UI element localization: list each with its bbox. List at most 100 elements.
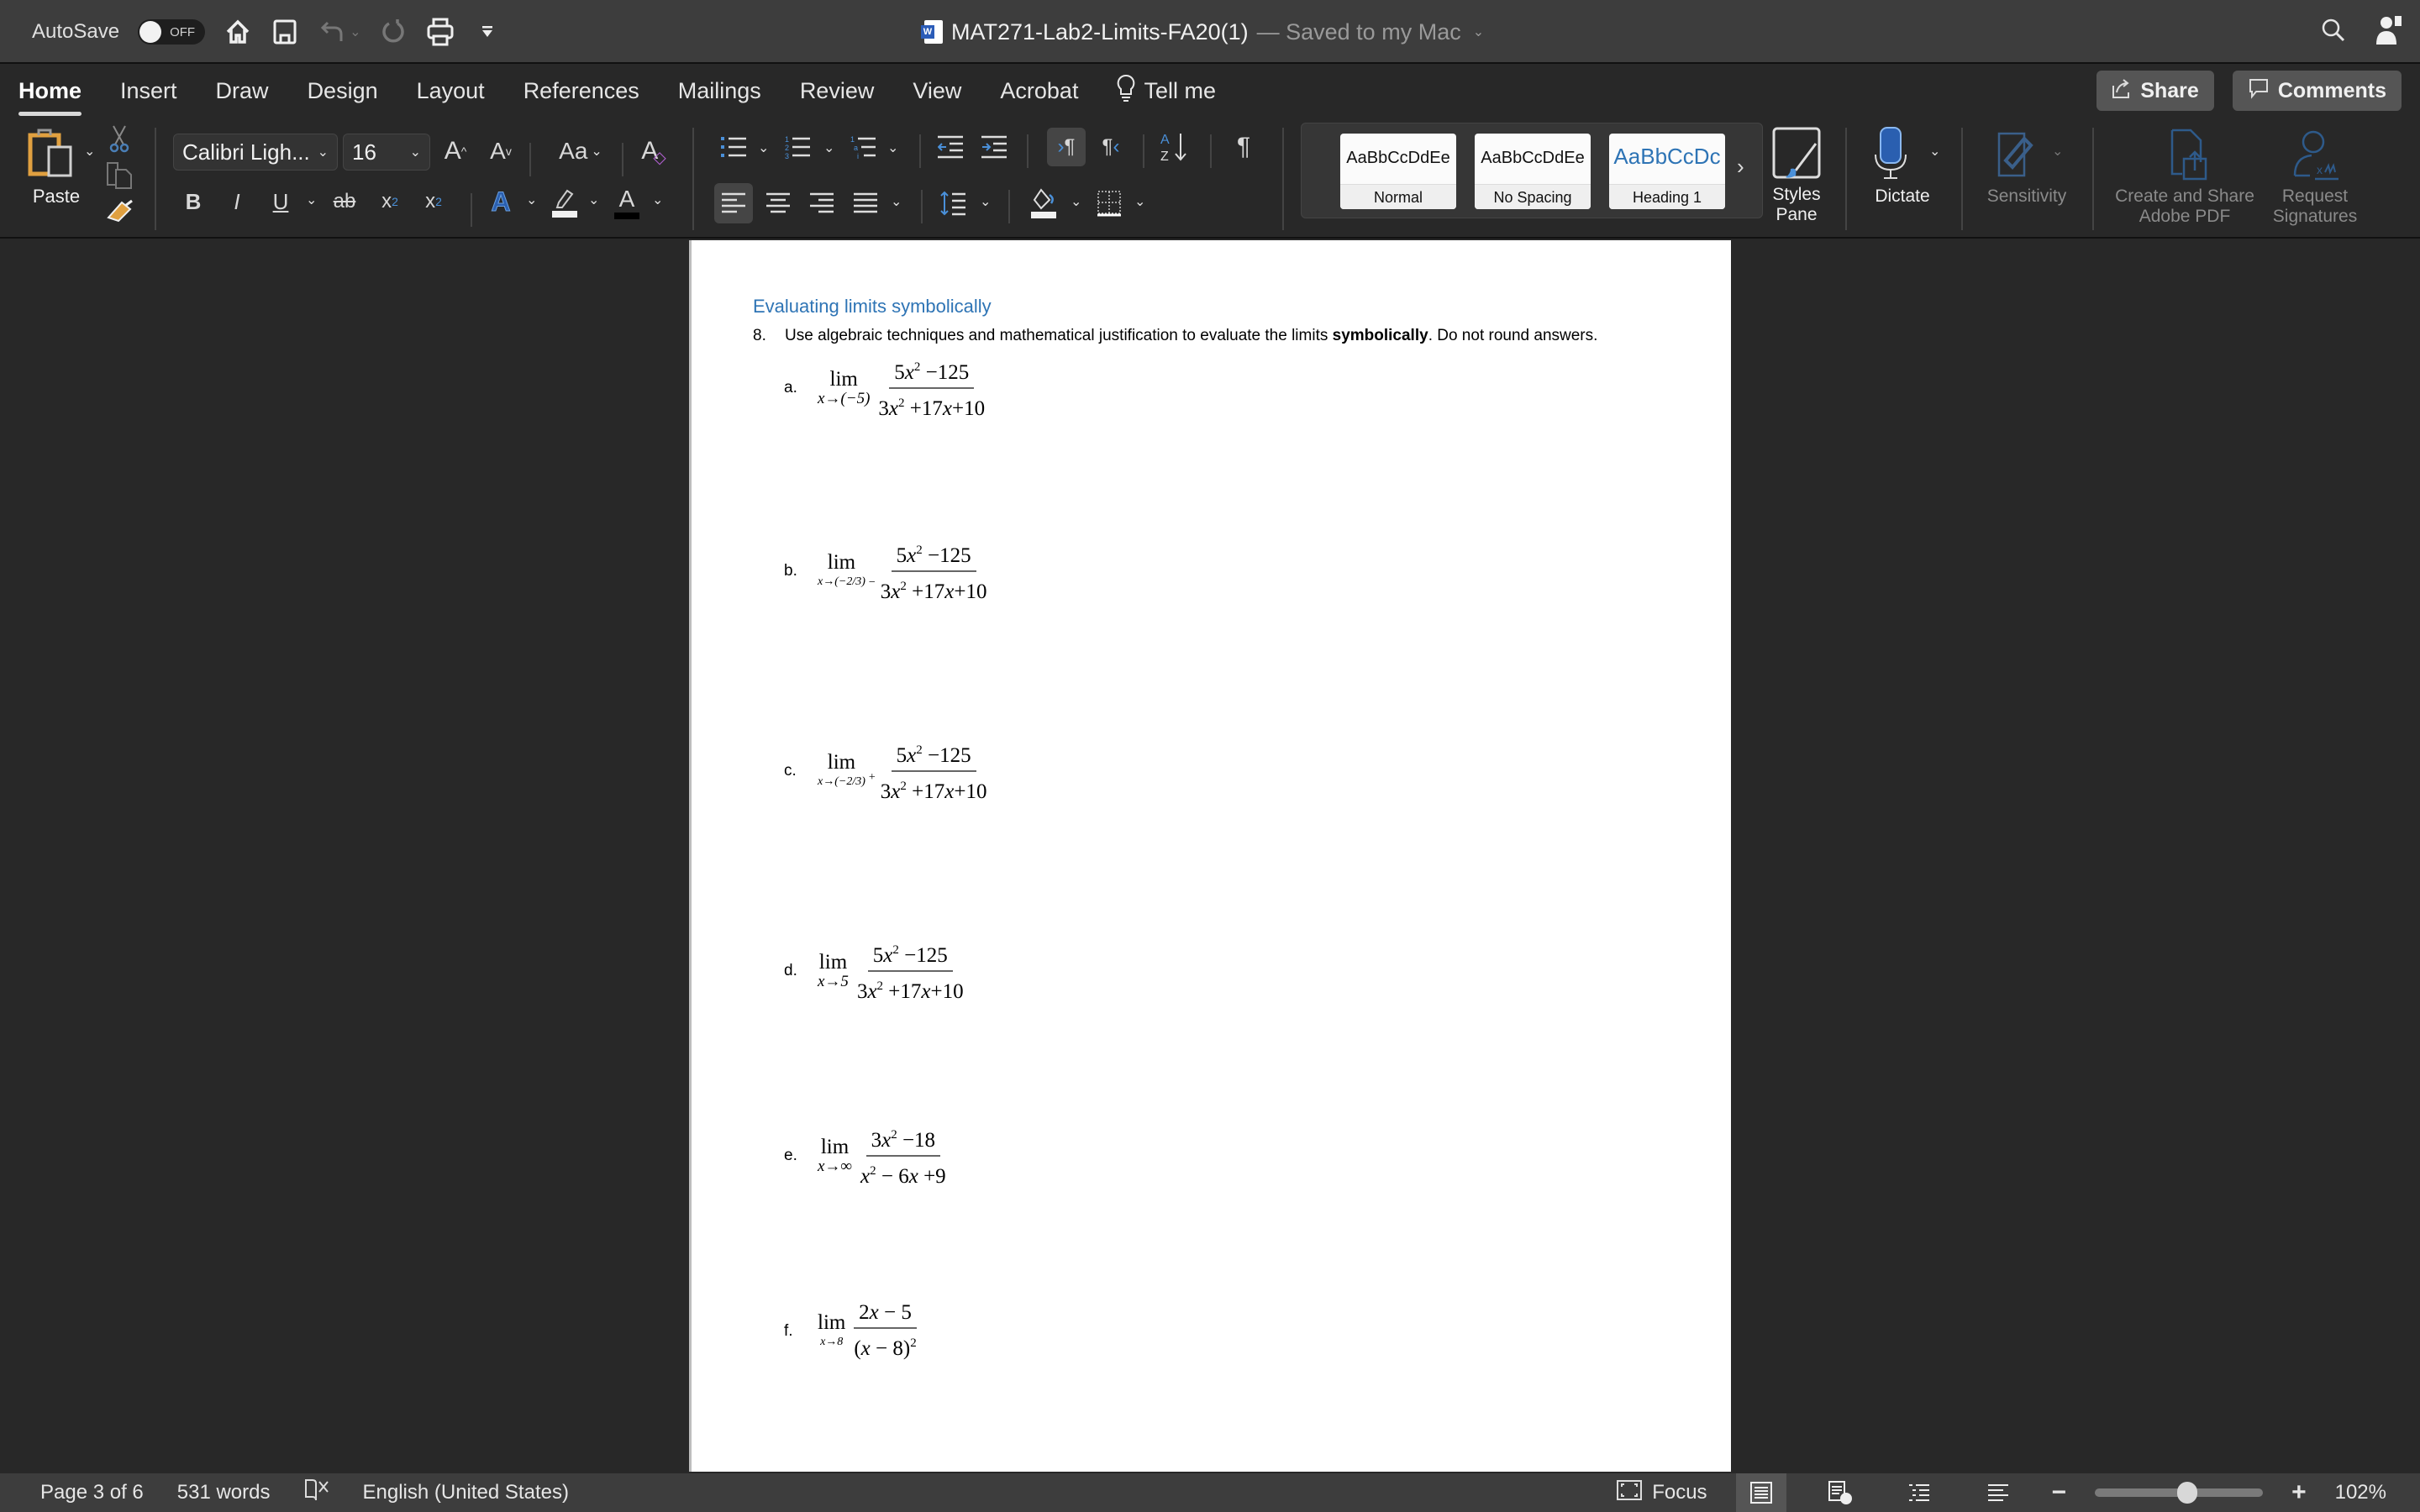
underline-button[interactable]: U	[267, 185, 294, 218]
web-layout-view-button[interactable]	[1815, 1473, 1865, 1512]
save-icon[interactable]	[271, 18, 299, 46]
print-icon[interactable]	[426, 18, 455, 46]
tab-draw[interactable]: Draw	[216, 78, 269, 104]
zoom-level[interactable]: 102%	[2335, 1481, 2386, 1504]
undo-icon[interactable]	[318, 18, 346, 46]
multilevel-dropdown-icon[interactable]: ⌄	[887, 139, 898, 156]
zoom-in-button[interactable]: +	[2291, 1478, 2307, 1507]
text-effects-dropdown-icon[interactable]: ⌄	[526, 192, 537, 208]
tab-mailings[interactable]: Mailings	[678, 78, 761, 104]
text-effects-icon[interactable]: A	[486, 185, 516, 218]
sensitivity-icon[interactable]	[1995, 126, 2037, 178]
strikethrough-button[interactable]: ab	[328, 185, 361, 218]
grow-font-icon[interactable]: A ^	[440, 133, 471, 170]
request-signatures-icon[interactable]: x	[2291, 128, 2343, 183]
tab-review[interactable]: Review	[800, 78, 875, 104]
tab-references[interactable]: References	[523, 78, 639, 104]
request-signatures-button[interactable]: Request Signatures	[2260, 186, 2370, 227]
borders-dropdown-icon[interactable]: ⌄	[1134, 193, 1145, 210]
comments-button[interactable]: Comments	[2232, 71, 2402, 111]
tab-design[interactable]: Design	[308, 78, 378, 104]
justify-button[interactable]	[849, 183, 882, 223]
undo-dropdown-icon[interactable]: ⌄	[350, 24, 360, 40]
underline-dropdown-icon[interactable]: ⌄	[306, 192, 317, 208]
home-icon[interactable]	[224, 18, 252, 46]
styles-gallery-next-icon[interactable]: ›	[1737, 154, 1744, 180]
line-spacing-icon[interactable]	[938, 185, 968, 222]
cut-icon[interactable]	[106, 124, 133, 153]
shading-dropdown-icon[interactable]: ⌄	[1071, 193, 1081, 210]
justify-dropdown-icon[interactable]: ⌄	[891, 193, 902, 210]
line-spacing-dropdown-icon[interactable]: ⌄	[980, 193, 991, 210]
word-count[interactable]: 531 words	[177, 1481, 271, 1504]
outline-view-button[interactable]	[1894, 1473, 1944, 1512]
tab-view[interactable]: View	[913, 78, 961, 104]
create-share-adobe-pdf-button[interactable]: Create and Share Adobe PDF	[2101, 186, 2269, 227]
search-icon[interactable]	[2321, 18, 2346, 47]
styles-pane-label[interactable]: Styles Pane	[1761, 185, 1832, 225]
font-size-dropdown[interactable]: 16 ⌄	[343, 134, 430, 171]
style-no-spacing[interactable]: AaBbCcDdEe No Spacing	[1475, 134, 1591, 209]
highlight-dropdown-icon[interactable]: ⌄	[588, 192, 599, 208]
document-page[interactable]: Evaluating limits symbolically 8. Use alg…	[689, 240, 1731, 1472]
borders-icon[interactable]	[1092, 183, 1126, 223]
tell-me-search[interactable]: Tell me	[1117, 74, 1216, 108]
numbering-icon[interactable]: 123	[783, 131, 812, 163]
title-chevron-down-icon[interactable]: ⌄	[1473, 24, 1484, 40]
bullets-icon[interactable]	[719, 131, 748, 163]
format-painter-icon[interactable]	[104, 198, 134, 227]
tab-insert[interactable]: Insert	[120, 78, 177, 104]
font-color-dropdown-icon[interactable]: ⌄	[652, 192, 663, 208]
dictate-label[interactable]: Dictate	[1862, 186, 1943, 207]
paste-dropdown-icon[interactable]: ⌄	[84, 143, 95, 160]
sensitivity-label[interactable]: Sensitivity	[1975, 186, 2079, 207]
save-status[interactable]: — Saved to my Mac	[1257, 19, 1461, 45]
subscript-button[interactable]: x2	[376, 185, 403, 218]
rtl-text-direction-button[interactable]: ¶ ‹	[1094, 128, 1128, 166]
dictate-dropdown-icon[interactable]: ⌄	[1929, 143, 1940, 160]
bold-button[interactable]: B	[180, 185, 207, 218]
zoom-out-button[interactable]: −	[2052, 1478, 2067, 1507]
styles-pane-icon[interactable]	[1771, 126, 1822, 181]
superscript-button[interactable]: x2	[420, 185, 447, 218]
sort-icon[interactable]: AZ	[1158, 128, 1192, 166]
language[interactable]: English (United States)	[363, 1481, 569, 1504]
tab-acrobat[interactable]: Acrobat	[1000, 78, 1078, 104]
italic-button[interactable]: I	[224, 185, 250, 218]
customize-toolbar-icon[interactable]	[473, 18, 502, 46]
highlight-icon[interactable]	[550, 185, 580, 222]
zoom-slider[interactable]	[2095, 1482, 2264, 1504]
decrease-indent-icon[interactable]	[936, 131, 965, 163]
increase-indent-icon[interactable]	[980, 131, 1008, 163]
ltr-text-direction-button[interactable]: › ¶	[1047, 128, 1086, 166]
paste-button[interactable]	[25, 128, 76, 178]
draft-view-button[interactable]	[1973, 1473, 2023, 1512]
account-icon[interactable]	[2375, 14, 2403, 50]
focus-mode-button[interactable]: Focus	[1617, 1479, 1707, 1506]
font-color-icon[interactable]: A	[612, 185, 642, 222]
style-heading-1[interactable]: AaBbCcDc Heading 1	[1609, 134, 1725, 209]
adobe-pdf-icon[interactable]	[2168, 128, 2210, 183]
align-center-button[interactable]	[761, 183, 795, 223]
font-name-dropdown[interactable]: Calibri Ligh... ⌄	[173, 134, 338, 171]
align-right-button[interactable]	[805, 183, 839, 223]
share-button[interactable]: Share	[2096, 71, 2214, 111]
align-left-button[interactable]	[714, 183, 753, 223]
tab-home[interactable]: Home	[18, 78, 82, 116]
shrink-font-icon[interactable]: Av	[486, 133, 516, 170]
print-layout-view-button[interactable]	[1735, 1473, 1786, 1512]
document-title[interactable]: MAT271-Lab2-Limits-FA20(1)	[951, 19, 1249, 45]
numbering-dropdown-icon[interactable]: ⌄	[823, 139, 834, 156]
show-formatting-marks-icon[interactable]: ¶	[1227, 128, 1260, 166]
sensitivity-dropdown-icon[interactable]: ⌄	[2052, 143, 2063, 160]
bullets-dropdown-icon[interactable]: ⌄	[758, 139, 769, 156]
proofing-icon[interactable]	[304, 1478, 329, 1508]
zoom-slider-thumb[interactable]	[2177, 1482, 2198, 1504]
change-case-button[interactable]: Aa ⌄	[551, 133, 610, 170]
dictate-microphone-icon[interactable]	[1872, 124, 1909, 183]
clear-formatting-icon[interactable]: A ◇	[637, 133, 671, 170]
autosave-toggle[interactable]: OFF	[138, 19, 206, 45]
redo-icon[interactable]	[379, 18, 408, 46]
tab-layout[interactable]: Layout	[417, 78, 485, 104]
page-count[interactable]: Page 3 of 6	[40, 1481, 144, 1504]
